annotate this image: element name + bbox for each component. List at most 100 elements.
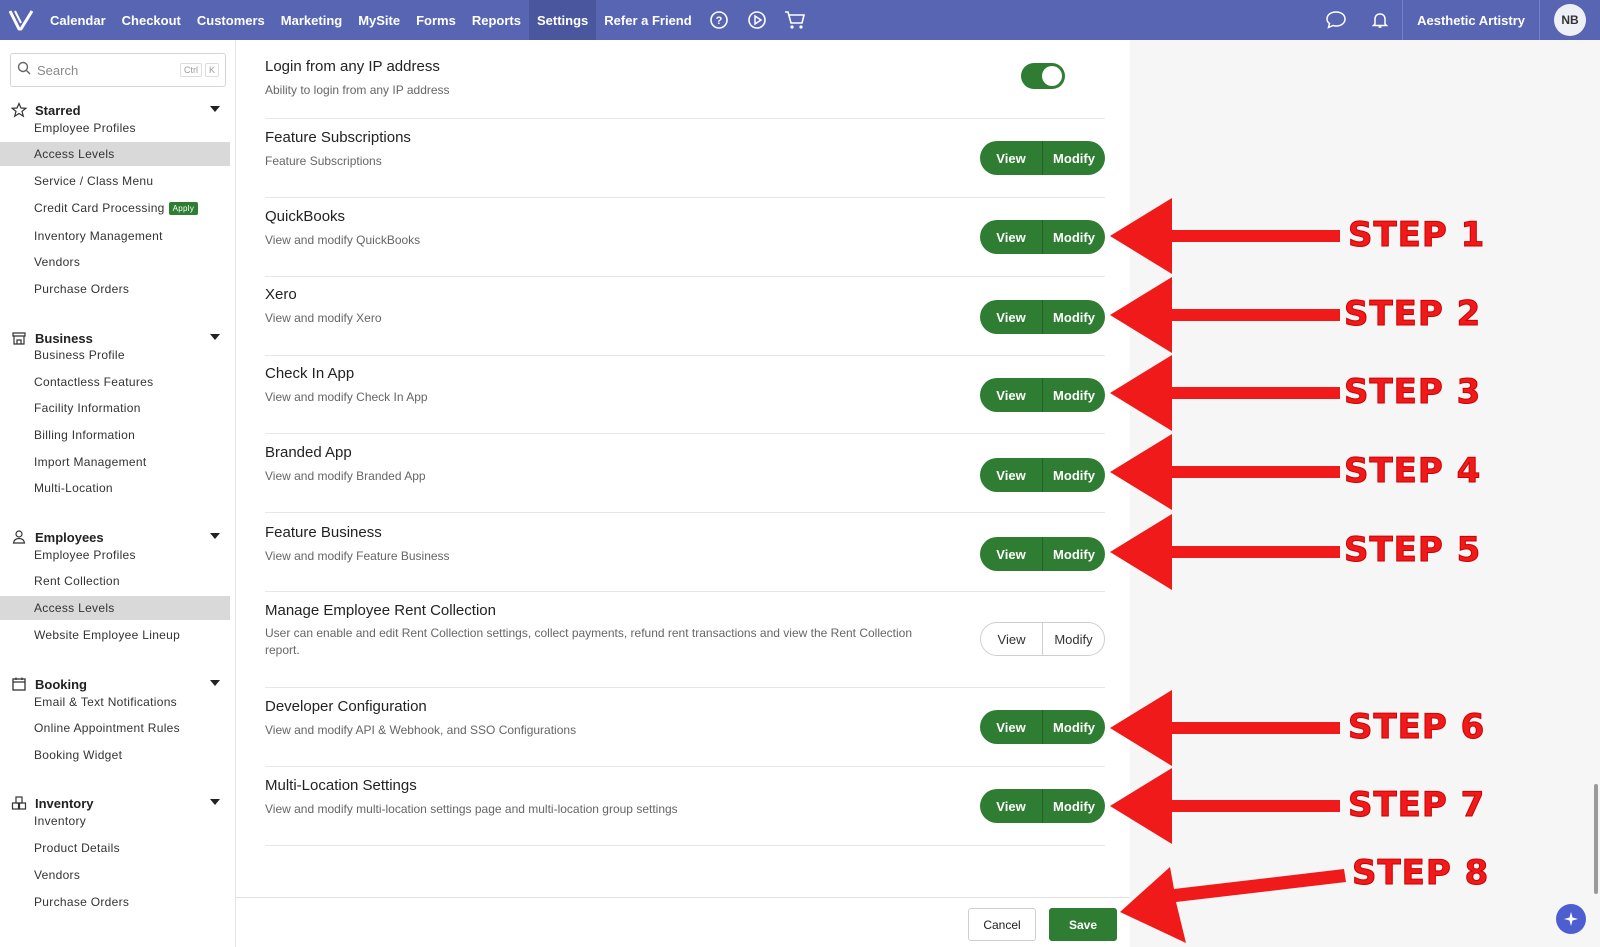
row-title: Feature Business <box>265 524 382 541</box>
chevron-down-icon[interactable] <box>210 106 220 112</box>
row-title: Login from any IP address <box>265 58 440 75</box>
permission-row-feature-subscriptions: Feature Subscriptions Feature Subscriptio… <box>265 119 1105 198</box>
modify-button[interactable]: Modify <box>1042 789 1105 823</box>
step-label-1: STEP 1 <box>1347 215 1486 256</box>
view-button[interactable]: View <box>980 300 1042 334</box>
sidebar-item-service-class-menu[interactable]: Service / Class Menu <box>0 169 230 193</box>
help-icon[interactable]: ? <box>700 0 738 40</box>
modify-button[interactable]: Modify <box>1042 458 1105 492</box>
sidebar-item-access-levels[interactable]: Access Levels <box>0 142 230 166</box>
nav-item-reports[interactable]: Reports <box>464 0 529 40</box>
sidebar-item-label: Access Levels <box>34 601 115 615</box>
cancel-button[interactable]: Cancel <box>968 908 1036 941</box>
search-input[interactable]: Search Ctrl K <box>10 53 226 87</box>
view-button[interactable]: View <box>980 220 1042 254</box>
sidebar-item-vendors[interactable]: Vendors <box>0 863 230 887</box>
view-button[interactable]: View <box>980 378 1042 412</box>
save-button[interactable]: Save <box>1049 908 1117 941</box>
sidebar-item-label: Website Employee Lineup <box>34 628 181 642</box>
modify-button[interactable]: Modify <box>1042 537 1105 571</box>
nav-item-refer-a-friend[interactable]: Refer a Friend <box>596 0 699 40</box>
permission-row-developer-configuration: Developer Configuration View and modify A… <box>265 688 1105 767</box>
sidebar-item-label: Access Levels <box>34 147 115 161</box>
row-title: Multi-Location Settings <box>265 777 417 794</box>
sidebar-item-vendors[interactable]: Vendors <box>0 250 230 274</box>
nav-item-forms[interactable]: Forms <box>408 0 464 40</box>
sidebar-item-purchase-orders[interactable]: Purchase Orders <box>0 890 230 914</box>
nav-item-checkout[interactable]: Checkout <box>114 0 189 40</box>
view-modify-toggle: View Modify <box>980 622 1105 656</box>
row-title: QuickBooks <box>265 208 346 225</box>
row-description: View and modify Feature Business <box>265 549 450 563</box>
sidebar-item-employee-profiles[interactable]: Employee Profiles <box>0 543 230 567</box>
sidebar-item-access-levels[interactable]: Access Levels <box>0 596 230 620</box>
permission-row-check-in-app: Check In App View and modify Check In App… <box>265 356 1105 434</box>
sidebar-item-business-profile[interactable]: Business Profile <box>0 343 230 367</box>
chevron-down-icon[interactable] <box>210 799 220 805</box>
permission-row-manage-employee-rent-collection: Manage Employee Rent Collection User can … <box>265 592 1105 688</box>
nav-item-mysite[interactable]: MySite <box>350 0 408 40</box>
sidebar-item-employee-profiles[interactable]: Employee Profiles <box>0 116 230 140</box>
view-modify-toggle: View Modify <box>980 220 1105 254</box>
sidebar-item-import-management[interactable]: Import Management <box>0 450 230 474</box>
nav-item-marketing[interactable]: Marketing <box>273 0 350 40</box>
chevron-down-icon[interactable] <box>210 334 220 340</box>
row-title: Manage Employee Rent Collection <box>265 602 496 619</box>
view-button[interactable]: View <box>980 710 1042 744</box>
sidebar-item-booking-widget[interactable]: Booking Widget <box>0 743 230 767</box>
scrollbar-thumb[interactable] <box>1594 784 1598 894</box>
sidebar-item-inventory[interactable]: Inventory <box>0 809 230 833</box>
vagaro-logo-icon[interactable] <box>0 0 42 40</box>
row-title: Feature Subscriptions <box>265 129 411 146</box>
sidebar-item-credit-card-processing[interactable]: Credit Card Processing Apply <box>0 196 230 220</box>
modify-button[interactable]: Modify <box>1042 300 1105 334</box>
sidebar-item-label: Multi-Location <box>34 481 113 495</box>
modify-button[interactable]: Modify <box>1042 220 1105 254</box>
sidebar-item-label: Vendors <box>34 868 81 882</box>
chevron-down-icon[interactable] <box>210 680 220 686</box>
nav-item-customers[interactable]: Customers <box>189 0 273 40</box>
chat-icon[interactable] <box>1314 0 1358 40</box>
sidebar-item-online-appointment-rules[interactable]: Online Appointment Rules <box>0 716 230 740</box>
sidebar-item-rent-collection[interactable]: Rent Collection <box>0 569 230 593</box>
sidebar-item-purchase-orders[interactable]: Purchase Orders <box>0 277 230 301</box>
business-name[interactable]: Aesthetic Artistry <box>1402 0 1540 40</box>
apply-badge[interactable]: Apply <box>168 201 199 215</box>
notification-bell-icon[interactable] <box>1358 0 1402 40</box>
login-any-ip-toggle[interactable] <box>1021 63 1065 89</box>
sidebar-item-website-employee-lineup[interactable]: Website Employee Lineup <box>0 623 230 647</box>
view-modify-toggle: View Modify <box>980 710 1105 744</box>
modify-button[interactable]: Modify <box>1042 378 1105 412</box>
ai-assistant-button[interactable] <box>1556 904 1586 934</box>
shortcut-key-k: K <box>204 63 219 77</box>
nav-item-calendar[interactable]: Calendar <box>42 0 114 40</box>
modify-button[interactable]: Modify <box>1042 710 1105 744</box>
row-title: Xero <box>265 286 297 303</box>
chevron-down-icon[interactable] <box>210 533 220 539</box>
sidebar-item-label: Import Management <box>34 455 147 469</box>
sidebar-item-email-text-notifications[interactable]: Email & Text Notifications <box>0 690 230 714</box>
play-video-icon[interactable] <box>738 0 776 40</box>
sidebar-item-multi-location[interactable]: Multi-Location <box>0 476 230 500</box>
view-button[interactable]: View <box>980 789 1042 823</box>
sidebar-item-inventory-management[interactable]: Inventory Management <box>0 224 230 248</box>
sparkle-icon <box>1564 912 1578 926</box>
row-description: View and modify API & Webhook, and SSO C… <box>265 723 577 737</box>
view-button[interactable]: View <box>980 537 1042 571</box>
sidebar-item-product-details[interactable]: Product Details <box>0 836 230 860</box>
modify-button[interactable]: Modify <box>1042 141 1105 175</box>
avatar[interactable]: NB <box>1554 4 1586 36</box>
view-button[interactable]: View <box>980 458 1042 492</box>
modify-button[interactable]: Modify <box>1042 623 1104 655</box>
sidebar-item-contactless-features[interactable]: Contactless Features <box>0 370 230 394</box>
search-icon <box>17 61 31 80</box>
nav-item-settings[interactable]: Settings <box>528 0 597 40</box>
view-button[interactable]: View <box>981 623 1042 655</box>
sidebar-item-facility-information[interactable]: Facility Information <box>0 396 230 420</box>
view-button[interactable]: View <box>980 141 1042 175</box>
cart-icon[interactable] <box>776 0 814 40</box>
sidebar-item-label: Credit Card Processing <box>34 201 165 215</box>
row-title: Branded App <box>265 444 352 461</box>
sidebar-item-billing-information[interactable]: Billing Information <box>0 423 230 447</box>
step-label-6: STEP 6 <box>1347 707 1486 748</box>
